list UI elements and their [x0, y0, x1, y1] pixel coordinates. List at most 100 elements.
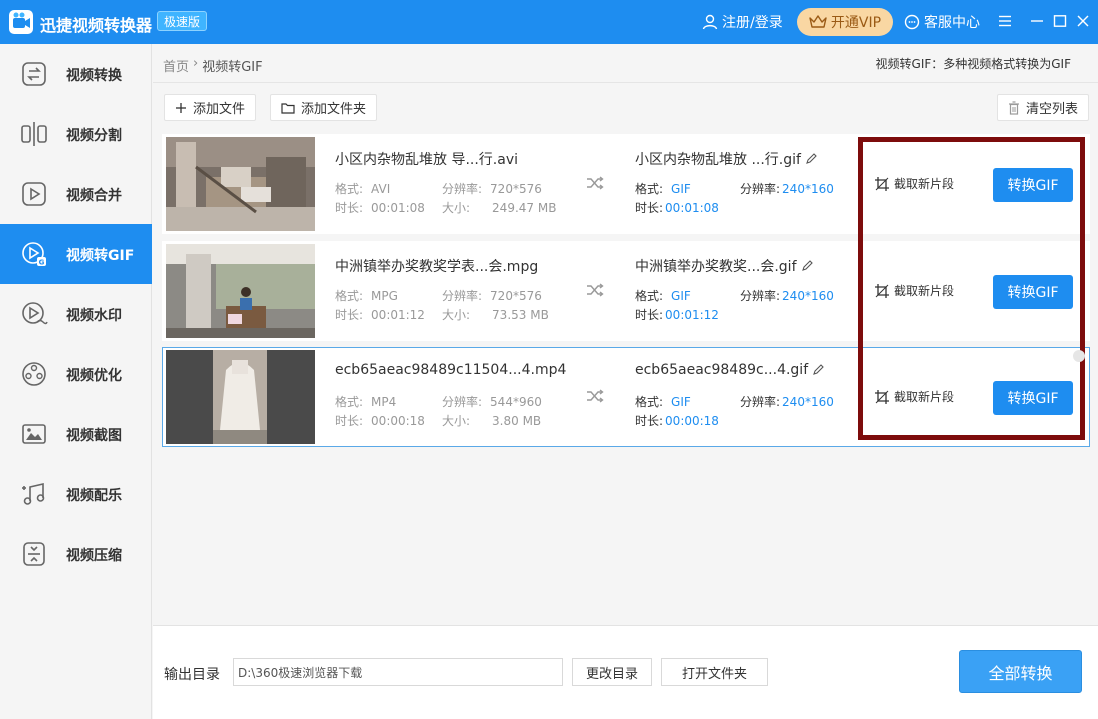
sidebar-item-video-screenshot[interactable]: 视频截图 — [0, 404, 152, 464]
clear-list-label: 清空列表 — [1026, 102, 1079, 117]
convert-all-button[interactable]: 全部转换 — [959, 650, 1082, 693]
customer-service-button[interactable]: 客服中心 — [904, 12, 980, 32]
output-format-value: GIF — [671, 289, 691, 303]
resolution-value: 720*576 — [490, 289, 542, 303]
format-label: 格式: — [335, 289, 364, 303]
output-name-text: 中洲镇举办奖教奖...会.gif — [635, 259, 797, 275]
output-format: 格式: GIF — [635, 180, 691, 197]
clear-list-button[interactable]: 清空列表 — [997, 94, 1090, 121]
close-button[interactable] — [1073, 11, 1093, 31]
resolution-value: 720*576 — [490, 182, 542, 196]
size-label: 大小: — [442, 308, 471, 322]
video-convert-icon — [22, 62, 46, 86]
video-merge-icon — [22, 182, 46, 206]
sidebar-item-label: 视频合并 — [66, 188, 122, 204]
edit-pencil-icon[interactable] — [801, 260, 813, 272]
format-label: 格式: — [635, 289, 664, 303]
service-label: 客服中心 — [924, 15, 980, 31]
highlight-annotation-box — [858, 137, 1085, 440]
vip-button[interactable]: 开通VIP — [797, 8, 893, 36]
output-dir-label: 输出目录 — [164, 667, 220, 683]
duration-label: 时长: — [335, 414, 364, 428]
shuffle-icon — [587, 176, 604, 190]
breadcrumb-separator: › — [193, 56, 199, 71]
size-value: 249.47 MB — [492, 201, 557, 215]
scrollbar-thumb[interactable] — [1073, 350, 1085, 362]
edit-pencil-icon[interactable] — [812, 364, 824, 376]
sidebar-item-video-merge[interactable]: 视频合并 — [0, 164, 152, 224]
sidebar-item-video-convert[interactable]: 视频转换 — [0, 44, 152, 104]
duration-label: 时长: — [635, 201, 664, 215]
sidebar-item-video-gif[interactable]: G 视频转GIF — [0, 224, 152, 284]
add-folder-button[interactable]: 添加文件夹 — [270, 94, 378, 121]
video-optimize-icon — [22, 362, 46, 386]
output-resolution: 分辨率: 240*160 — [740, 393, 834, 410]
file-format: 格式: MPG — [335, 287, 398, 304]
file-size: 大小: 3.80 MB — [442, 412, 541, 429]
menu-icon — [999, 15, 1011, 27]
output-file-name: 小区内杂物乱堆放 ...行.gif — [635, 149, 817, 169]
change-dir-button[interactable]: 更改目录 — [572, 658, 652, 686]
sidebar-item-video-music[interactable]: 视频配乐 — [0, 464, 152, 524]
login-button[interactable]: 注册/登录 — [702, 12, 783, 32]
output-name-text: 小区内杂物乱堆放 ...行.gif — [635, 152, 801, 168]
file-name: 中洲镇举办奖教奖学表...会.mpg — [335, 259, 539, 275]
duration-label: 时长: — [635, 414, 664, 428]
maximize-button[interactable] — [1050, 11, 1070, 31]
minimize-button[interactable] — [1027, 11, 1047, 31]
resolution-label: 分辨率: — [442, 395, 483, 409]
video-thumbnail — [166, 350, 315, 444]
output-duration: 时长: 00:01:12 — [635, 306, 719, 323]
output-dir-input[interactable] — [233, 658, 563, 686]
output-resolution-value: 240*160 — [782, 289, 834, 303]
format-label: 格式: — [335, 182, 364, 196]
add-folder-label: 添加文件夹 — [301, 102, 367, 117]
output-resolution: 分辨率: 240*160 — [740, 180, 834, 197]
duration-value: 00:00:18 — [371, 414, 425, 428]
breadcrumb-home[interactable]: 首页 — [163, 56, 189, 75]
file-name: ecb65aeac98489c11504...4.mp4 — [335, 362, 567, 378]
sidebar: 视频转换 视频分割 视频合并 G 视频转GIF 视频水印 视频优化 视频截图 视… — [0, 44, 152, 719]
output-format-value: GIF — [671, 182, 691, 196]
sidebar-item-video-optimize[interactable]: 视频优化 — [0, 344, 152, 404]
page-description: 视频转GIF：多种视频格式转换为GIF — [875, 57, 1071, 71]
format-label: 格式: — [635, 182, 664, 196]
sidebar-item-label: 视频配乐 — [66, 488, 122, 504]
add-file-button[interactable]: 添加文件 — [164, 94, 257, 121]
duration-label: 时长: — [635, 308, 664, 322]
size-value: 3.80 MB — [492, 414, 542, 428]
close-icon — [1077, 15, 1089, 27]
resolution-value: 544*960 — [490, 395, 542, 409]
chat-icon — [904, 14, 920, 30]
open-folder-button[interactable]: 打开文件夹 — [661, 658, 768, 686]
output-file-name: 中洲镇举办奖教奖...会.gif — [635, 256, 813, 276]
duration-label: 时长: — [335, 308, 364, 322]
size-label: 大小: — [442, 414, 471, 428]
shuffle-icon — [587, 389, 604, 403]
output-duration: 时长: 00:00:18 — [635, 412, 719, 429]
duration-value: 00:01:12 — [371, 308, 425, 322]
edit-pencil-icon[interactable] — [805, 153, 817, 165]
format-value: AVI — [371, 182, 391, 196]
video-split-icon — [21, 122, 47, 146]
sidebar-item-video-split[interactable]: 视频分割 — [0, 104, 152, 164]
video-thumbnail — [166, 244, 315, 338]
sidebar-item-video-watermark[interactable]: 视频水印 — [0, 284, 152, 344]
file-size: 大小: 73.53 MB — [442, 306, 549, 323]
file-resolution: 分辨率: 544*960 — [442, 393, 542, 410]
output-resolution: 分辨率: 240*160 — [740, 287, 834, 304]
video-gif-icon: G — [22, 242, 46, 267]
format-value: MPG — [371, 289, 398, 303]
output-resolution-value: 240*160 — [782, 395, 834, 409]
add-file-label: 添加文件 — [193, 102, 246, 117]
video-compress-icon — [23, 542, 45, 566]
menu-button[interactable] — [995, 11, 1015, 31]
resolution-label: 分辨率: — [442, 289, 483, 303]
sidebar-item-video-compress[interactable]: 视频压缩 — [0, 524, 152, 584]
maximize-icon — [1053, 15, 1067, 27]
output-format-value: GIF — [671, 395, 691, 409]
sidebar-item-label: 视频截图 — [66, 428, 122, 444]
sidebar-item-label: 视频分割 — [66, 128, 122, 144]
duration-value: 00:01:08 — [371, 201, 425, 215]
sidebar-item-label: 视频水印 — [66, 308, 122, 324]
